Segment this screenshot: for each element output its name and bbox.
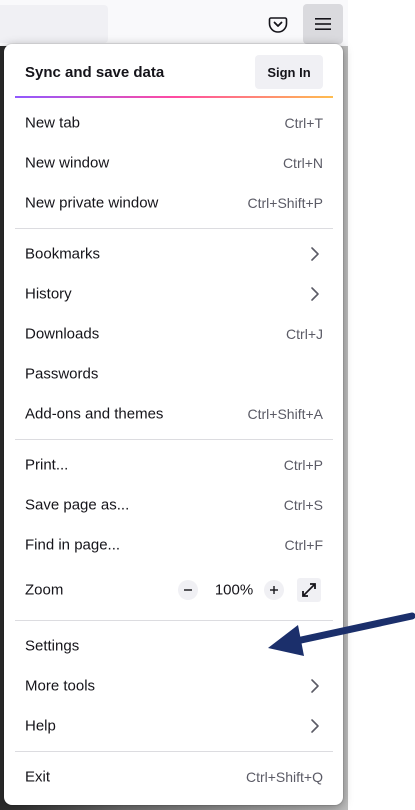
menu-item-label: Downloads — [25, 325, 100, 343]
menu-item-label: Find in page... — [25, 536, 121, 554]
menu-separator — [15, 228, 333, 229]
menu-item-label: Exit — [25, 768, 51, 786]
menu-item-label: Zoom — [25, 581, 64, 599]
menu-item-shortcut: Ctrl+T — [284, 115, 324, 131]
chevron-right-icon — [311, 679, 319, 693]
menu-item-shortcut: Ctrl+S — [283, 497, 323, 513]
minus-icon — [184, 589, 192, 591]
sync-divider — [15, 96, 333, 98]
menu-item-passwords[interactable]: Passwords — [14, 356, 334, 392]
menu-item-shortcut: Ctrl+Shift+P — [247, 195, 323, 211]
hamburger-menu-icon — [315, 18, 331, 30]
menu-item-shortcut: Ctrl+F — [284, 537, 324, 553]
zoom-level-button[interactable]: 100% — [210, 582, 258, 599]
menu-item-shortcut: Ctrl+Shift+A — [247, 406, 323, 422]
pocket-icon — [268, 17, 288, 33]
menu-item-label: Save page as... — [25, 496, 130, 514]
menu-separator — [15, 439, 333, 440]
menu-item-label: New private window — [25, 194, 159, 212]
menu-item-new-tab[interactable]: New tab Ctrl+T — [14, 105, 334, 141]
plus-icon — [270, 586, 278, 594]
browser-toolbar — [0, 0, 348, 46]
url-bar[interactable] — [0, 5, 108, 43]
zoom-in-button[interactable] — [264, 580, 284, 600]
app-menu-button[interactable] — [303, 4, 343, 44]
menu-item-exit[interactable]: Exit Ctrl+Shift+Q — [14, 759, 334, 795]
menu-item-downloads[interactable]: Downloads Ctrl+J — [14, 316, 334, 352]
menu-item-more-tools[interactable]: More tools — [14, 668, 334, 704]
annotation-arrow — [268, 612, 415, 656]
chevron-right-icon — [311, 247, 319, 261]
chevron-right-icon — [311, 719, 319, 733]
sync-row: Sync and save data Sign In — [14, 55, 334, 93]
menu-item-shortcut: Ctrl+Shift+Q — [245, 769, 323, 785]
sign-in-button[interactable]: Sign In — [255, 55, 323, 89]
menu-item-label: New tab — [25, 114, 81, 132]
fullscreen-icon — [302, 583, 316, 597]
menu-item-label: Passwords — [25, 365, 99, 383]
menu-item-label: New window — [25, 154, 110, 172]
menu-item-add-ons-and-themes[interactable]: Add-ons and themes Ctrl+Shift+A — [14, 396, 334, 432]
menu-item-label: More tools — [25, 677, 96, 695]
menu-item-history[interactable]: History — [14, 276, 334, 312]
menu-item-shortcut: Ctrl+N — [282, 155, 323, 171]
menu-item-save-page-as[interactable]: Save page as... Ctrl+S — [14, 487, 334, 523]
menu-separator — [15, 751, 333, 752]
menu-item-bookmarks[interactable]: Bookmarks — [14, 236, 334, 272]
menu-item-shortcut: Ctrl+P — [283, 457, 323, 473]
app-menu-panel: Sync and save data Sign In New tab Ctrl+… — [4, 44, 343, 805]
menu-item-new-private-window[interactable]: New private window Ctrl+Shift+P — [14, 185, 334, 221]
menu-item-label: Settings — [25, 637, 80, 655]
menu-item-label: Print... — [25, 456, 69, 474]
menu-item-label: Add-ons and themes — [25, 405, 164, 423]
chevron-right-icon — [311, 287, 319, 301]
menu-item-zoom: Zoom 100% — [14, 572, 334, 608]
sync-label: Sync and save data — [25, 64, 165, 81]
menu-item-new-window[interactable]: New window Ctrl+N — [14, 145, 334, 181]
menu-item-label: History — [25, 285, 72, 303]
zoom-out-button[interactable] — [178, 580, 198, 600]
menu-item-label: Bookmarks — [25, 245, 101, 263]
menu-item-print[interactable]: Print... Ctrl+P — [14, 447, 334, 483]
menu-item-label: Help — [25, 717, 56, 735]
fullscreen-button[interactable] — [297, 578, 321, 602]
menu-item-find-in-page[interactable]: Find in page... Ctrl+F — [14, 527, 334, 563]
menu-item-shortcut: Ctrl+J — [286, 326, 323, 342]
menu-item-help[interactable]: Help — [14, 708, 334, 744]
pocket-button[interactable] — [258, 4, 298, 44]
